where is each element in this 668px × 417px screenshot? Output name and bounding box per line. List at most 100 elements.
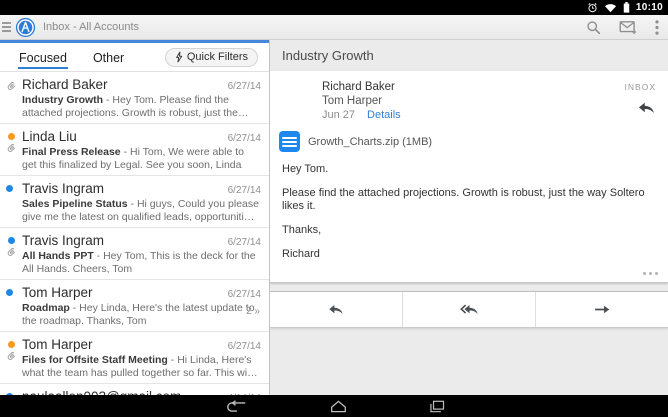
row-subject: Sales Pipeline Status — [22, 198, 128, 210]
message-card: RB Richard Baker Tom Harper Jun 27 Detail… — [270, 71, 668, 283]
quick-filters-button[interactable]: Quick Filters — [165, 48, 258, 67]
from-name: Richard Baker — [322, 80, 625, 94]
row-indicators — [6, 81, 17, 92]
sender-name: Richard Baker — [22, 77, 108, 92]
sender-name: Tom Harper — [22, 337, 93, 352]
message-overflow-icon[interactable] — [270, 272, 668, 282]
mail-list: Richard Baker 6/27/14 Industry Growth - … — [0, 72, 269, 395]
unread-dot — [6, 289, 13, 296]
row-subject: Industry Growth — [22, 94, 103, 106]
quick-filters-label: Quick Filters — [187, 51, 248, 63]
nav-home-button[interactable] — [330, 400, 347, 413]
row-date: 6/27/14 — [228, 185, 261, 196]
forward-button[interactable] — [536, 292, 668, 327]
row-preview: All Hands PPT - Hey Tom, This is the dec… — [22, 250, 261, 275]
to-name: Tom Harper — [322, 94, 625, 108]
row-date: 6/27/14 — [228, 237, 261, 248]
row-preview: Final Press Release - Hi Tom, We were ab… — [22, 146, 261, 171]
folder-badge: INBOX — [625, 82, 656, 92]
reply-arrow-icon — [327, 303, 345, 316]
tab-focused[interactable]: Focused — [18, 44, 68, 71]
body-paragraph: Hey Tom. — [282, 163, 656, 176]
reply-all-arrow-icon — [459, 303, 480, 316]
thread-badge: 2 » — [246, 306, 260, 317]
details-link[interactable]: Details — [367, 109, 401, 121]
row-indicators — [6, 289, 13, 296]
row-indicators — [6, 133, 17, 154]
body-paragraph: Thanks, — [282, 224, 656, 237]
sender-name: Travis Ingram — [22, 181, 104, 196]
nav-back-button[interactable] — [224, 400, 248, 413]
mail-list-item[interactable]: Travis Ingram 6/27/14 All Hands PPT - He… — [0, 228, 269, 280]
row-date: 6/27/14 — [228, 289, 261, 300]
sender-name: Travis Ingram — [22, 233, 104, 248]
row-date: 6/27/14 — [228, 133, 261, 144]
reply-button[interactable] — [270, 292, 403, 327]
sender-name: Tom Harper — [22, 285, 93, 300]
inbox-tabs: Focused Other Quick Filters — [0, 43, 269, 72]
main-content: Focused Other Quick Filters Richard Bake… — [0, 40, 668, 395]
app-toolbar: Inbox - All Accounts — [0, 15, 668, 40]
row-subject: All Hands PPT — [22, 250, 94, 262]
message-date: Jun 27 — [322, 109, 355, 121]
message-list-pane: Focused Other Quick Filters Richard Bake… — [0, 40, 270, 395]
compose-icon[interactable] — [610, 15, 646, 39]
search-icon[interactable] — [577, 15, 610, 39]
battery-icon — [623, 2, 630, 13]
mail-list-item[interactable]: Tom Harper 6/27/14 Files for Offsite Sta… — [0, 332, 269, 384]
reply-icon[interactable] — [637, 101, 656, 120]
row-preview: Roadmap - Hey Linda, Here's the latest u… — [22, 302, 261, 327]
lightning-icon — [175, 51, 183, 63]
attachment-file-icon — [279, 131, 300, 152]
nav-recents-button[interactable] — [429, 400, 445, 413]
mail-list-item[interactable]: Tom Harper 6/27/14 Roadmap - Hey Linda, … — [0, 280, 269, 332]
status-bar: 10:10 — [0, 0, 668, 15]
message-addresses: Richard Baker Tom Harper Jun 27 Details — [322, 80, 625, 123]
row-indicators — [6, 237, 17, 258]
reply-all-button[interactable] — [403, 292, 536, 327]
sender-name: Linda Liu — [22, 129, 77, 144]
attachment-name: Growth_Charts.zip (1MB) — [308, 136, 432, 148]
mail-list-item[interactable]: Richard Baker 6/27/14 Industry Growth - … — [0, 72, 269, 124]
row-subject: Roadmap — [22, 302, 70, 314]
message-action-bar — [270, 291, 668, 328]
row-date: 6/27/14 — [228, 81, 261, 92]
message-header: RB Richard Baker Tom Harper Jun 27 Detail… — [270, 71, 668, 125]
app-screen: 10:10 Inbox - All Accounts Focused Other — [0, 0, 668, 417]
row-subject: Final Press Release — [22, 146, 121, 158]
message-meta: Jun 27 Details — [322, 108, 625, 123]
unread-dot — [8, 341, 15, 348]
attachment-icon — [6, 247, 17, 258]
unread-dot — [6, 185, 13, 192]
app-logo-icon[interactable] — [15, 17, 36, 38]
conversation-title: Industry Growth — [270, 40, 668, 71]
wifi-icon — [604, 2, 617, 13]
toolbar-title: Inbox - All Accounts — [43, 21, 139, 33]
row-date: 6/27/14 — [228, 341, 261, 352]
overflow-menu-icon[interactable] — [646, 15, 668, 39]
body-paragraph: Please find the attached projections. Gr… — [282, 187, 656, 213]
row-indicators — [6, 341, 17, 362]
mail-list-item[interactable]: Travis Ingram 6/27/14 Sales Pipeline Sta… — [0, 176, 269, 228]
attachment-icon — [6, 351, 17, 362]
forward-arrow-icon — [593, 303, 611, 316]
row-preview: Files for Offsite Staff Meeting - Hi Lin… — [22, 354, 261, 379]
body-paragraph: Richard — [282, 248, 656, 261]
mail-list-item[interactable]: paulaallen003@gmail.com 4/14/14 — [0, 384, 269, 395]
attachment-icon — [6, 143, 17, 154]
row-preview: Sales Pipeline Status - Hi guys, Could y… — [22, 198, 261, 223]
unread-dot — [8, 237, 15, 244]
avatar: RB — [279, 80, 312, 113]
clock-text: 10:10 — [636, 2, 663, 13]
row-subject: Files for Offsite Staff Meeting — [22, 354, 168, 366]
android-nav-bar — [0, 395, 668, 417]
mail-list-item[interactable]: Linda Liu 6/27/14 Final Press Release - … — [0, 124, 269, 176]
attachment-chip[interactable]: Growth_Charts.zip (1MB) — [270, 125, 668, 159]
drawer-menu-icon[interactable] — [2, 22, 11, 32]
unread-dot — [8, 133, 15, 140]
tab-other[interactable]: Other — [92, 44, 125, 71]
row-indicators — [6, 185, 13, 192]
attachment-icon — [6, 81, 17, 92]
row-preview: Industry Growth - Hey Tom. Please find t… — [22, 94, 261, 119]
message-body: Hey Tom. Please find the attached projec… — [270, 159, 668, 261]
